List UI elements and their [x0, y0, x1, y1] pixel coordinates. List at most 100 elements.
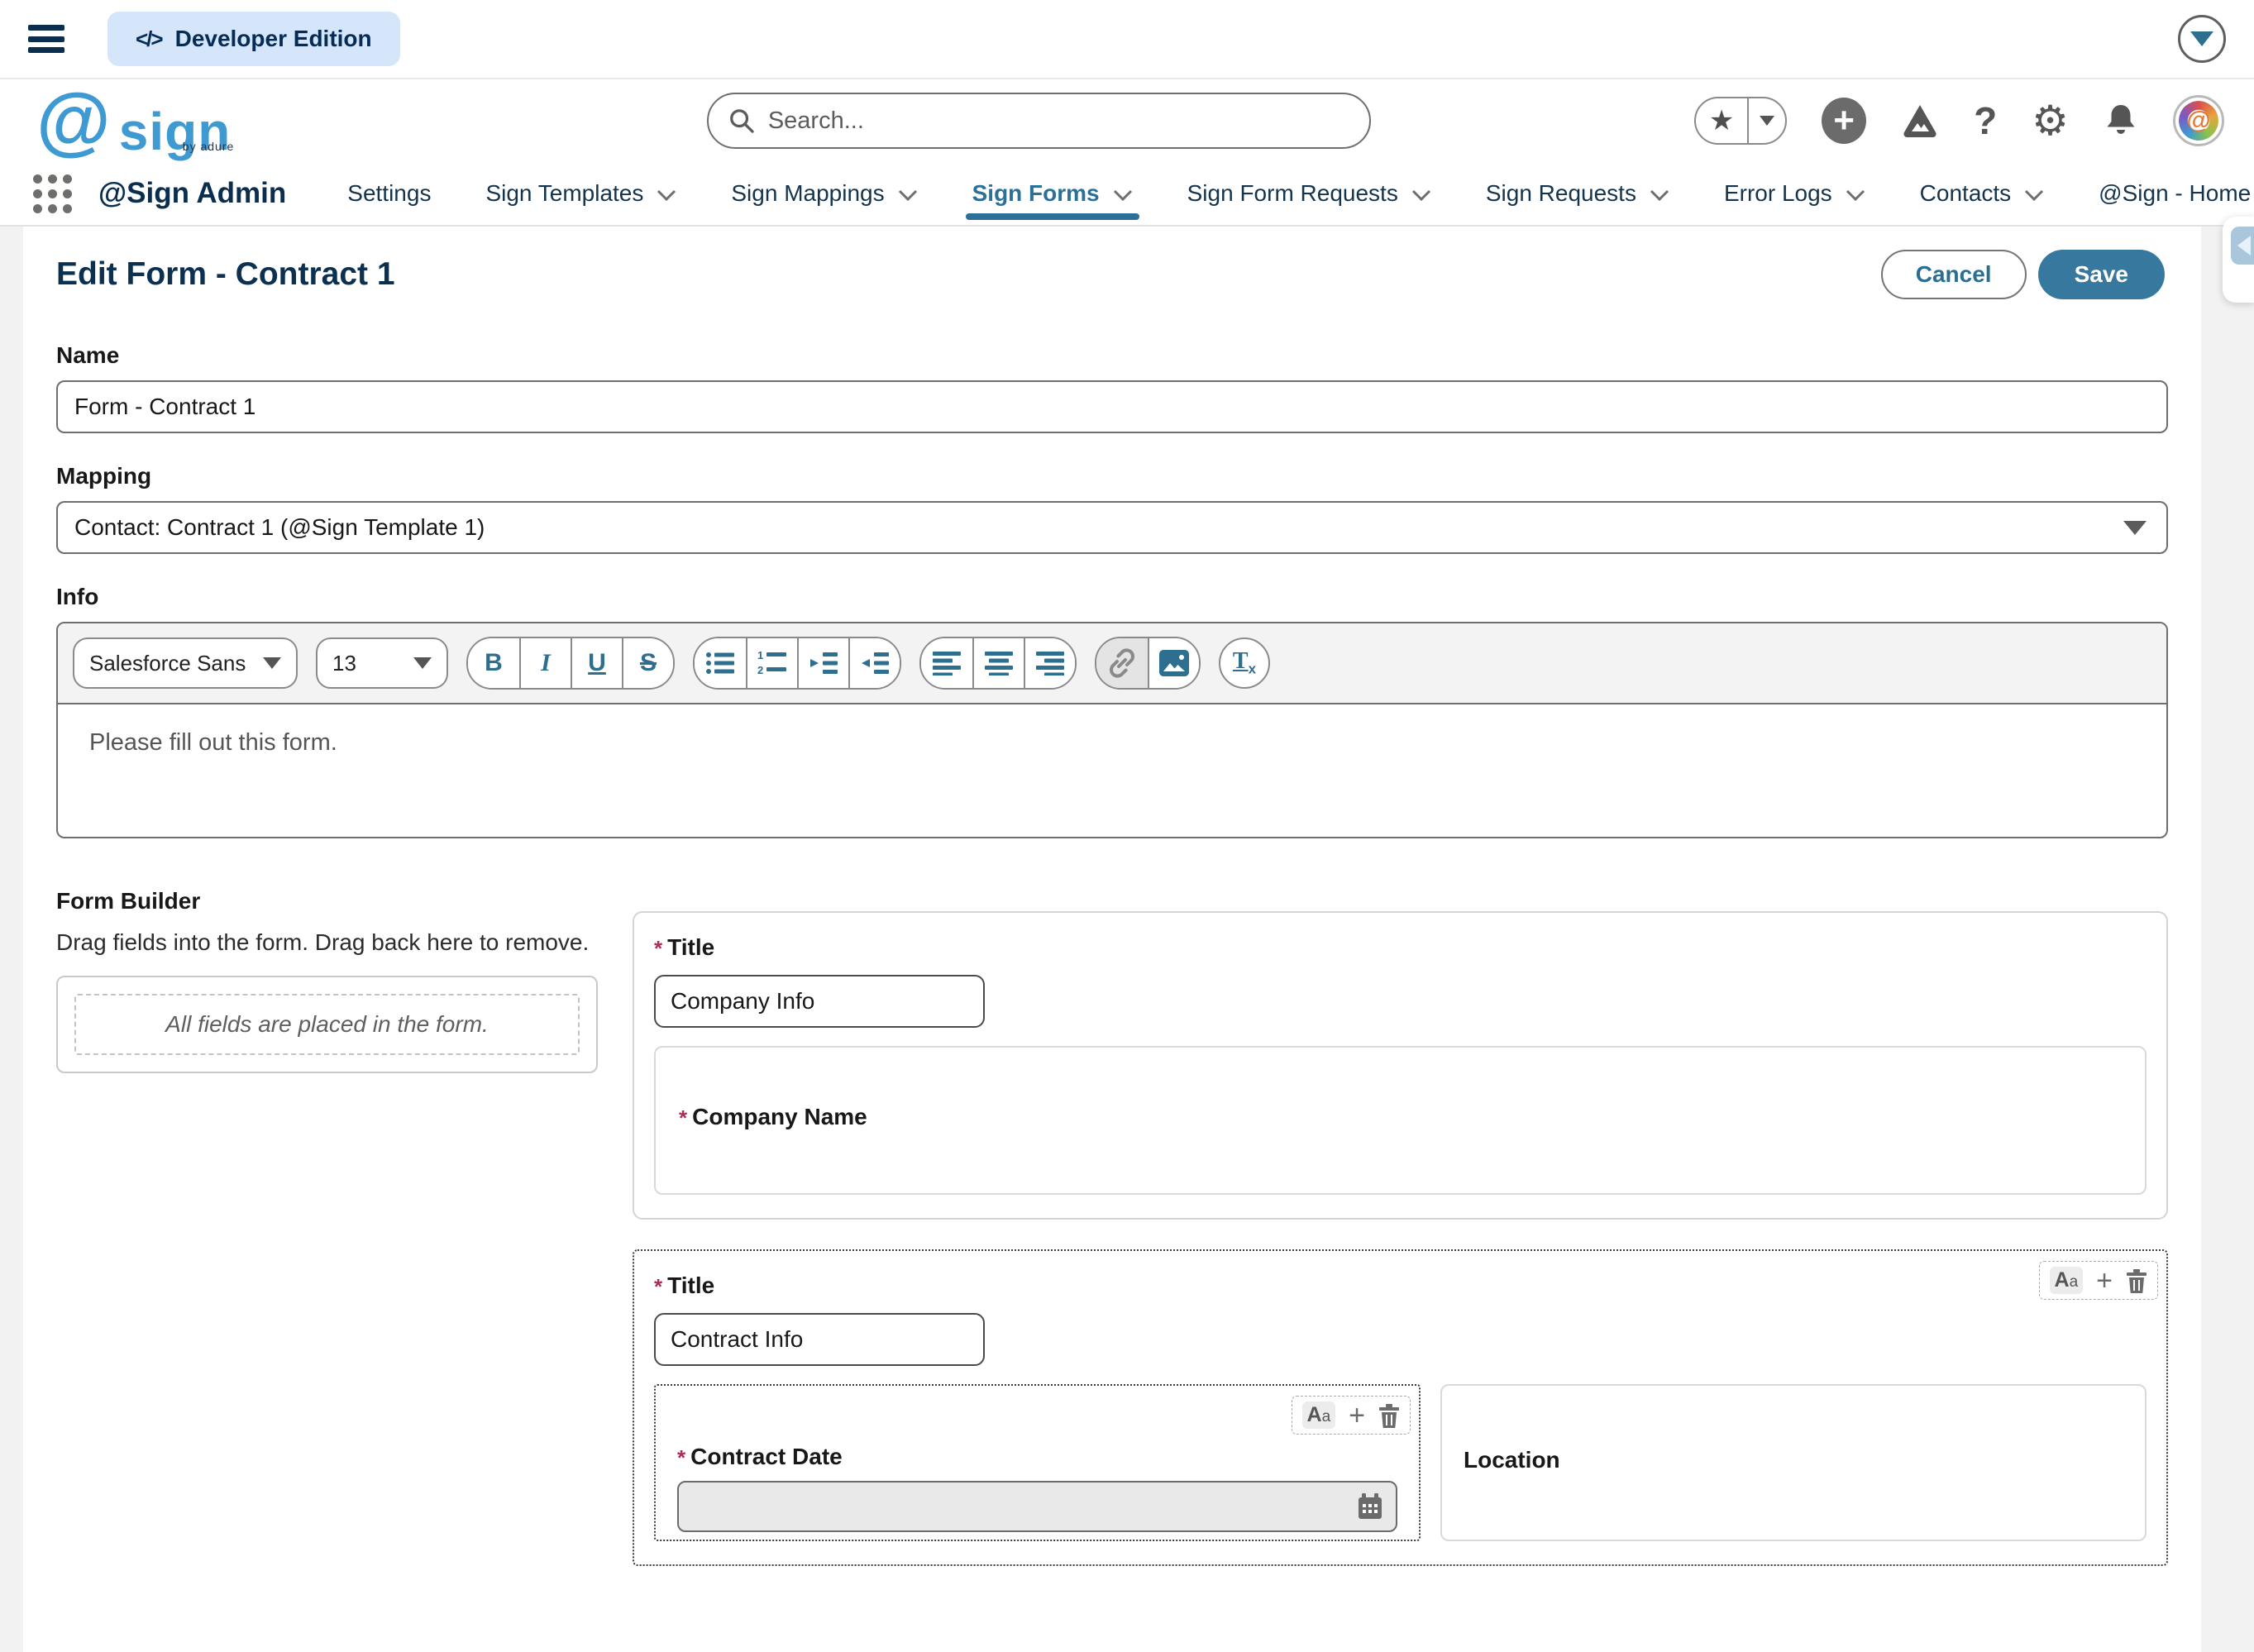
logo-subtext: by adure — [183, 125, 234, 168]
mapping-select[interactable] — [56, 501, 2168, 554]
delete-field-button[interactable] — [1378, 1403, 1400, 1428]
align-left-button[interactable] — [921, 638, 972, 688]
strikethrough-button[interactable]: S — [622, 638, 673, 688]
add-field-button[interactable]: + — [1349, 1405, 1365, 1426]
field-dropzone[interactable]: All fields are placed in the form. — [56, 976, 598, 1073]
required-mark: * — [654, 936, 662, 962]
rich-text-toolbar: Salesforce Sans 13 B I U S — [58, 623, 2166, 704]
star-icon[interactable]: ★ — [1696, 98, 1747, 143]
trash-icon — [1378, 1403, 1400, 1428]
remove-formatting-button[interactable]: Tx — [1219, 637, 1270, 689]
tab-sign-home[interactable]: @Sign - Home — [2099, 162, 2251, 225]
notifications-button[interactable] — [2104, 102, 2138, 140]
contract-date-input[interactable] — [677, 1481, 1397, 1532]
font-icon: Aa — [2055, 1268, 2079, 1292]
favorites-button[interactable]: ★ — [1694, 97, 1787, 145]
outdent-button[interactable] — [848, 638, 900, 688]
align-right-button[interactable] — [1024, 638, 1075, 688]
top-utility-bar: </> Developer Edition — [0, 0, 2254, 79]
tab-sign-forms[interactable]: Sign Forms — [972, 162, 1133, 225]
field-location[interactable]: Location — [1440, 1384, 2147, 1541]
app-launcher-icon[interactable] — [33, 174, 72, 213]
chevron-down-icon — [2190, 31, 2213, 46]
form-section-company-info[interactable]: * Title * Company Name — [633, 911, 2168, 1220]
required-mark: * — [677, 1445, 685, 1471]
underline-icon: U — [588, 649, 606, 677]
italic-button[interactable]: I — [519, 638, 571, 688]
collapse-panel-button[interactable] — [2223, 217, 2254, 303]
save-button[interactable]: Save — [2038, 250, 2165, 299]
name-input[interactable] — [56, 380, 2168, 433]
edit-title-button[interactable]: Aa — [2050, 1267, 2084, 1294]
bell-icon — [2104, 102, 2138, 140]
indent-button[interactable] — [797, 638, 848, 688]
tab-sign-templates[interactable]: Sign Templates — [485, 162, 676, 225]
form-canvas: * Title * Company Name — [633, 911, 2168, 1566]
align-center-button[interactable] — [972, 638, 1024, 688]
arrow-left-icon — [2237, 236, 2251, 255]
numbered-list-button[interactable]: 1 2 — [746, 638, 797, 688]
link-icon — [1106, 647, 1139, 680]
search-icon — [728, 107, 755, 135]
edit-field-button[interactable]: Aa — [1302, 1401, 1336, 1429]
font-icon: Aa — [1307, 1403, 1331, 1426]
edition-badge: </> Developer Edition — [107, 12, 400, 66]
required-mark: * — [679, 1105, 687, 1131]
mapping-select-value[interactable] — [56, 501, 2168, 554]
editor-body[interactable]: Please fill out this form. — [58, 704, 2166, 837]
search-input[interactable] — [768, 107, 1349, 135]
chevron-down-icon — [413, 657, 432, 669]
avatar-ring — [2179, 101, 2218, 141]
rich-text-editor: Salesforce Sans 13 B I U S — [56, 622, 2168, 838]
bold-icon: B — [485, 649, 503, 677]
user-menu-button[interactable] — [2178, 15, 2226, 63]
guidance-center-button[interactable] — [1901, 102, 1939, 140]
field-label: Location — [1464, 1447, 2123, 1473]
chevron-down-icon — [1113, 189, 1133, 202]
link-button[interactable] — [1096, 638, 1148, 688]
main-content: Edit Form - Contract 1 Cancel Save Name … — [0, 227, 2254, 1652]
panel-arrow-badge — [2231, 227, 2254, 265]
font-size-select[interactable]: 13 — [316, 637, 448, 689]
hamburger-menu-icon[interactable] — [28, 25, 64, 53]
setup-button[interactable]: ⚙ — [2032, 97, 2069, 145]
help-button[interactable]: ? — [1974, 98, 1997, 143]
global-search[interactable] — [707, 93, 1371, 149]
section-fields-row: Aa + — [654, 1384, 2147, 1541]
section-title-input[interactable] — [654, 1313, 985, 1366]
global-header: @ sign by adure ★ + — [0, 79, 2254, 162]
cancel-button[interactable]: Cancel — [1881, 250, 2027, 299]
global-actions-button[interactable]: + — [1822, 98, 1866, 144]
font-family-select[interactable]: Salesforce Sans — [73, 637, 298, 689]
tab-contacts[interactable]: Contacts — [1920, 162, 2045, 225]
user-avatar[interactable]: @ — [2173, 95, 2224, 146]
calendar-icon — [1358, 1493, 1382, 1520]
chevron-down-icon — [1846, 189, 1865, 202]
underline-button[interactable]: U — [571, 638, 622, 688]
add-field-button[interactable]: + — [2096, 1270, 2113, 1292]
field-label: * Company Name — [679, 1104, 2122, 1131]
bold-button[interactable]: B — [468, 638, 519, 688]
numbered-list-icon: 1 2 — [757, 650, 787, 676]
app-logo: @ sign by adure — [36, 88, 231, 153]
section-toolbar: Aa + — [2039, 1261, 2159, 1300]
trash-icon — [2126, 1268, 2147, 1293]
align-left-icon — [933, 651, 961, 676]
tab-sign-form-requests[interactable]: Sign Form Requests — [1187, 162, 1431, 225]
section-title-input[interactable] — [654, 975, 985, 1028]
media-group — [1095, 637, 1201, 690]
bulleted-list-button[interactable] — [695, 638, 746, 688]
tab-settings[interactable]: Settings — [347, 162, 431, 225]
tab-sign-requests[interactable]: Sign Requests — [1486, 162, 1669, 225]
delete-section-button[interactable] — [2126, 1268, 2147, 1293]
field-company-name[interactable]: * Company Name — [654, 1046, 2147, 1195]
tab-sign-mappings[interactable]: Sign Mappings — [731, 162, 917, 225]
page-title: Edit Form - Contract 1 — [56, 256, 395, 293]
strikethrough-icon: S — [640, 649, 657, 677]
form-builder-palette: Drag fields into the form. Drag back her… — [56, 914, 598, 1566]
insert-image-button[interactable] — [1148, 638, 1199, 688]
field-contract-date[interactable]: Aa + — [654, 1384, 1421, 1541]
tab-error-logs[interactable]: Error Logs — [1724, 162, 1865, 225]
favorites-dropdown[interactable] — [1747, 98, 1785, 143]
form-section-contract-info[interactable]: Aa + — [633, 1249, 2168, 1566]
